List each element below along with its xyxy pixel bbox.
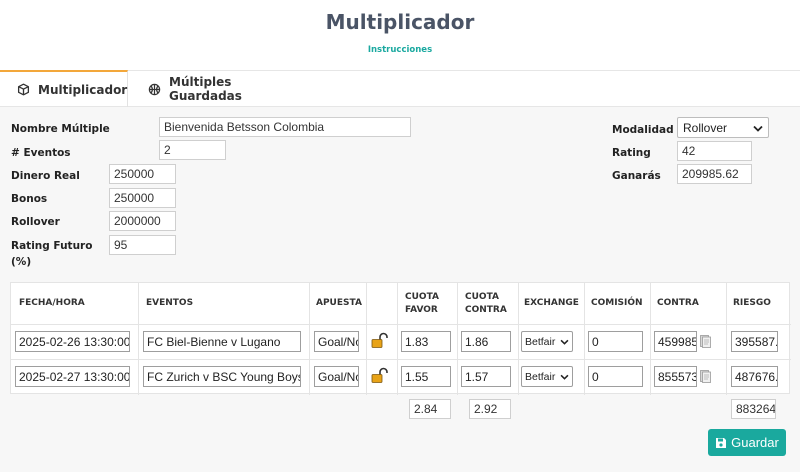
cuota-contra-input[interactable]: 1.57 xyxy=(461,366,511,387)
riesgo-input[interactable]: 487676.7 xyxy=(731,366,778,387)
column-header-apuesta: APUESTA xyxy=(316,298,362,308)
exchange-selected-value: Betfair xyxy=(525,335,556,348)
basketball-icon xyxy=(148,83,161,96)
exchange-select[interactable]: Betfair xyxy=(521,366,573,387)
total-cuota-contra[interactable]: 2.92 xyxy=(469,399,511,419)
cuota-favor-input[interactable]: 1.55 xyxy=(401,366,451,387)
page-title: Multiplicador xyxy=(325,10,475,34)
eventos-label: # Eventos xyxy=(11,147,71,159)
column-header-eventos: EVENTOS xyxy=(146,298,194,308)
modalidad-selected-value: Rollover xyxy=(683,120,728,135)
clipboard-icon[interactable] xyxy=(700,369,711,388)
column-header-cuota-contra: CUOTA CONTRA xyxy=(465,283,507,324)
chevron-down-icon xyxy=(560,336,569,348)
rating-futuro-unit-label: (%) xyxy=(11,256,32,268)
comision-input[interactable]: 0 xyxy=(588,331,643,352)
cuota-contra-input[interactable]: 1.86 xyxy=(461,331,511,352)
modalidad-select[interactable]: Rollover xyxy=(677,117,769,138)
rating-futuro-input[interactable]: 95 xyxy=(109,235,176,255)
column-header-comision: COMISIÓN xyxy=(591,298,643,308)
header-line: CONTRA xyxy=(465,304,507,315)
tab-bar: Multiplicador Múltiples Guardadas xyxy=(0,70,800,108)
cube-icon xyxy=(17,83,30,96)
save-button-label: Guardar xyxy=(731,435,779,450)
rating-input[interactable]: 42 xyxy=(677,141,752,161)
cuota-favor-input[interactable]: 1.83 xyxy=(401,331,451,352)
nombre-multiple-label: Nombre Múltiple xyxy=(11,123,110,135)
nombre-multiple-input[interactable]: Bienvenida Betsson Colombia xyxy=(159,117,411,137)
lock-open-icon[interactable] xyxy=(371,332,389,353)
dinero-real-label: Dinero Real xyxy=(11,170,80,182)
tab-label: Múltiples Guardadas xyxy=(169,75,242,103)
total-riesgo[interactable]: 883264 xyxy=(731,399,776,419)
rollover-input[interactable]: 2000000 xyxy=(109,211,176,231)
contra-input[interactable]: 855573 xyxy=(654,366,697,387)
total-cuota-favor[interactable]: 2.84 xyxy=(409,399,451,419)
contra-input[interactable]: 459985 xyxy=(654,331,697,352)
save-button[interactable]: Guardar xyxy=(708,429,786,456)
bonos-input[interactable]: 250000 xyxy=(109,188,176,208)
exchange-select[interactable]: Betfair xyxy=(521,331,573,352)
apuesta-input[interactable]: Goal/No xyxy=(314,366,359,387)
riesgo-input[interactable]: 395587.6 xyxy=(731,331,778,352)
exchange-selected-value: Betfair xyxy=(525,370,556,383)
chevron-down-icon xyxy=(753,121,763,135)
rating-label: Rating xyxy=(612,147,651,159)
rating-futuro-label: Rating Futuro xyxy=(11,240,93,252)
tab-label: Multiplicador xyxy=(38,82,128,97)
column-header-fecha: FECHA/HORA xyxy=(19,298,85,308)
tab-multiplicador[interactable]: Multiplicador xyxy=(0,70,128,108)
ganaras-label: Ganarás xyxy=(612,170,661,182)
evento-input[interactable]: FC Biel-Bienne v Lugano xyxy=(143,331,301,352)
header-line: FAVOR xyxy=(405,304,438,315)
tab-multiples-guardadas[interactable]: Múltiples Guardadas xyxy=(128,70,298,108)
header-line: CUOTA xyxy=(405,291,439,302)
rollover-label: Rollover xyxy=(11,216,60,228)
bonos-label: Bonos xyxy=(11,193,48,205)
clipboard-icon[interactable] xyxy=(700,334,711,353)
header-line: CUOTA xyxy=(465,291,499,302)
apuesta-input[interactable]: Goal/No xyxy=(314,331,359,352)
evento-input[interactable]: FC Zurich v BSC Young Boys xyxy=(143,366,301,387)
column-header-riesgo: RIESGO xyxy=(733,298,771,308)
modalidad-label: Modalidad xyxy=(612,124,674,136)
dinero-real-input[interactable]: 250000 xyxy=(109,164,176,184)
floppy-disk-icon xyxy=(715,437,727,449)
fecha-input[interactable]: 2025-02-26 13:30:00 xyxy=(15,331,130,352)
comision-input[interactable]: 0 xyxy=(588,366,643,387)
fecha-input[interactable]: 2025-02-27 13:30:00 xyxy=(15,366,130,387)
eventos-input[interactable]: 2 xyxy=(159,140,226,160)
instructions-link[interactable]: Instrucciones xyxy=(0,45,800,55)
chevron-down-icon xyxy=(560,371,569,383)
column-header-cuota-favor: CUOTA FAVOR xyxy=(405,283,439,324)
ganaras-input[interactable]: 209985.62 xyxy=(677,164,752,184)
column-header-exchange: EXCHANGE xyxy=(524,298,579,308)
column-header-contra: CONTRA xyxy=(657,298,699,308)
lock-open-icon[interactable] xyxy=(371,367,389,388)
